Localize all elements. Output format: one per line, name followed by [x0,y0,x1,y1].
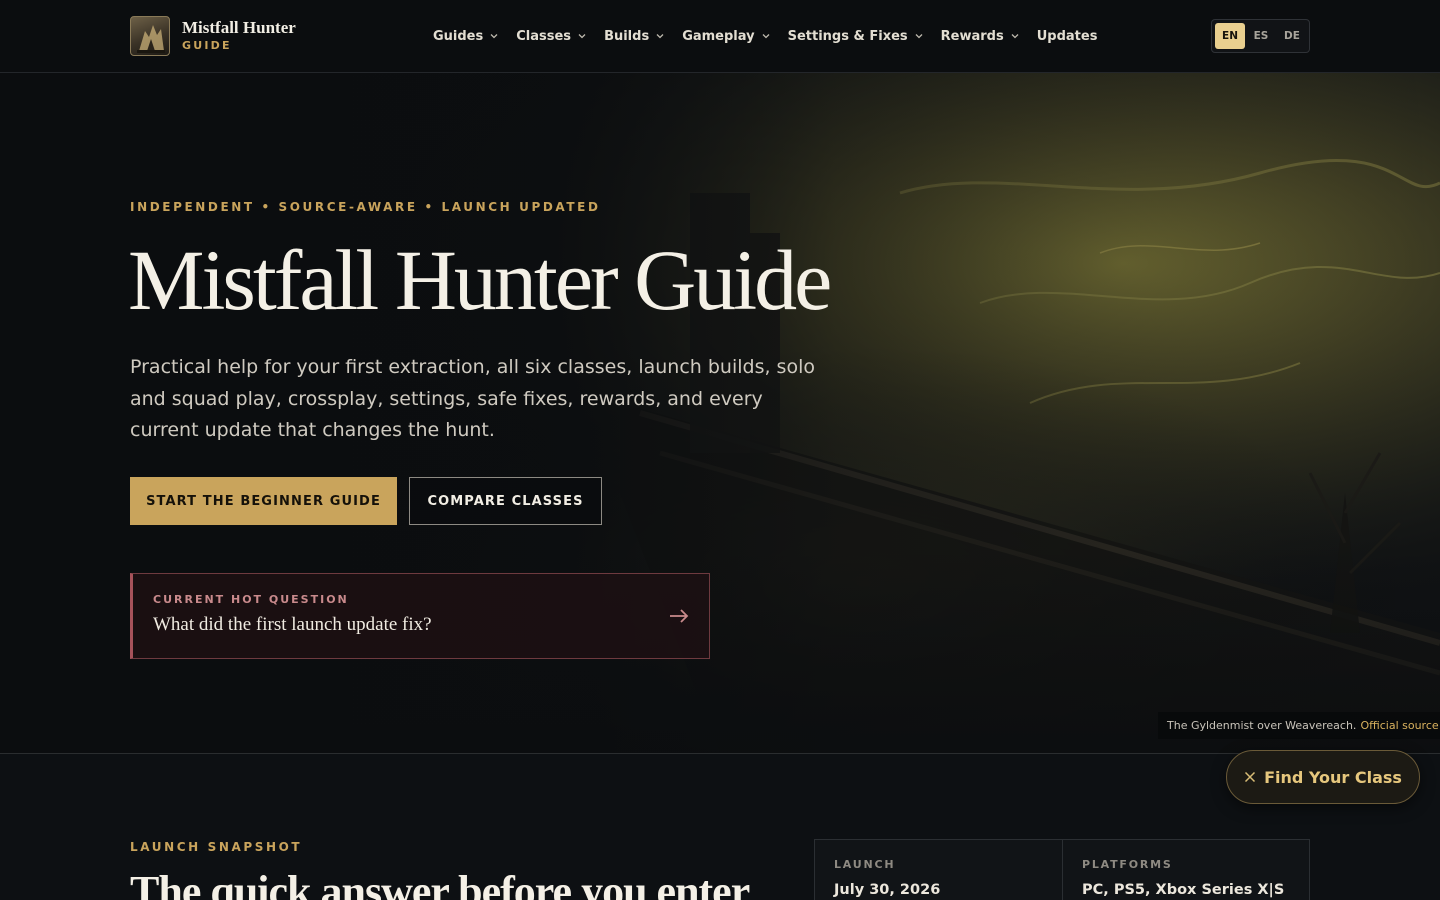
fact-platforms: PLATFORMS PC, PS5, Xbox Series X|S [1062,840,1309,900]
main-nav: Guides Classes Builds Gameplay Settings … [433,0,1115,72]
chevron-down-icon [490,34,498,39]
nav-item-builds[interactable]: Builds [604,29,664,44]
nav-item-label: Settings & Fixes [787,28,908,44]
snapshot-eyebrow: LAUNCH SNAPSHOT [130,840,303,854]
image-caption-text: The Gyldenmist over Weavereach. [1167,719,1357,732]
official-source-link[interactable]: Official source [1360,719,1438,732]
chevron-down-icon [762,34,770,39]
compare-classes-button[interactable]: COMPARE CLASSES [409,477,602,525]
chevron-down-icon [656,34,664,39]
fact-label: PLATFORMS [1082,858,1173,871]
nav-item-label: Guides [433,28,484,44]
nav-item-classes[interactable]: Classes [516,29,586,44]
nav-item-label: Updates [1036,28,1098,44]
nav-item-settings-fixes[interactable]: Settings & Fixes [788,29,923,44]
nav-item-label: Classes [516,28,572,44]
hot-question-card[interactable]: CURRENT HOT QUESTION What did the first … [130,573,710,659]
fact-value: July 30, 2026 [834,882,941,898]
fact-launch: LAUNCH July 30, 2026 [815,840,1062,900]
find-your-class-button[interactable]: Find Your Class [1226,750,1420,804]
nav-item-updates[interactable]: Updates [1037,29,1098,44]
launch-snapshot-section: LAUNCH SNAPSHOT The quick answer before … [0,753,1440,900]
fact-value: PC, PS5, Xbox Series X|S [1082,882,1285,898]
language-option-de[interactable]: DE [1277,23,1307,49]
hot-question-text: What did the first launch update fix? [153,614,432,635]
image-caption: The Gyldenmist over Weavereach. Official… [1158,712,1440,739]
hero-description: Practical help for your first extraction… [130,356,815,441]
hero-title: Mistfall Hunter Guide [128,232,832,328]
hot-question-label: CURRENT HOT QUESTION [153,593,349,606]
hero-eyebrow: INDEPENDENT • SOURCE-AWARE • LAUNCH UPDA… [130,200,601,214]
site-header: Mistfall Hunter GUIDE Guides Classes Bui… [0,0,1440,73]
nav-item-label: Gameplay [682,28,755,44]
language-option-en[interactable]: EN [1215,23,1245,49]
nav-item-label: Rewards [940,28,1004,44]
language-option-es[interactable]: ES [1246,23,1276,49]
fact-label: LAUNCH [834,858,896,871]
chevron-down-icon [915,34,923,39]
nav-item-guides[interactable]: Guides [433,29,498,44]
brand-title: Mistfall Hunter [182,18,296,37]
snapshot-title: The quick answer before you enter [130,867,750,900]
brand-subtitle: GUIDE [182,39,232,52]
arrow-right-icon [670,609,689,623]
close-x-icon [1245,771,1256,783]
game-emblem-icon [130,16,170,56]
chevron-down-icon [578,34,586,39]
nav-item-label: Builds [604,28,650,44]
brand-home-link[interactable]: Mistfall Hunter GUIDE [130,16,296,56]
brand-text: Mistfall Hunter GUIDE [182,18,296,54]
chevron-down-icon [1011,34,1019,39]
find-your-class-label: Find Your Class [1264,767,1402,787]
language-switcher: EN ES DE [1211,19,1310,53]
hero-section: INDEPENDENT • SOURCE-AWARE • LAUNCH UPDA… [0,73,1440,753]
launch-facts-panel: LAUNCH July 30, 2026 PLATFORMS PC, PS5, … [814,839,1310,900]
start-beginner-guide-button[interactable]: START THE BEGINNER GUIDE [130,477,397,525]
nav-item-rewards[interactable]: Rewards [941,29,1019,44]
nav-item-gameplay[interactable]: Gameplay [682,28,770,44]
